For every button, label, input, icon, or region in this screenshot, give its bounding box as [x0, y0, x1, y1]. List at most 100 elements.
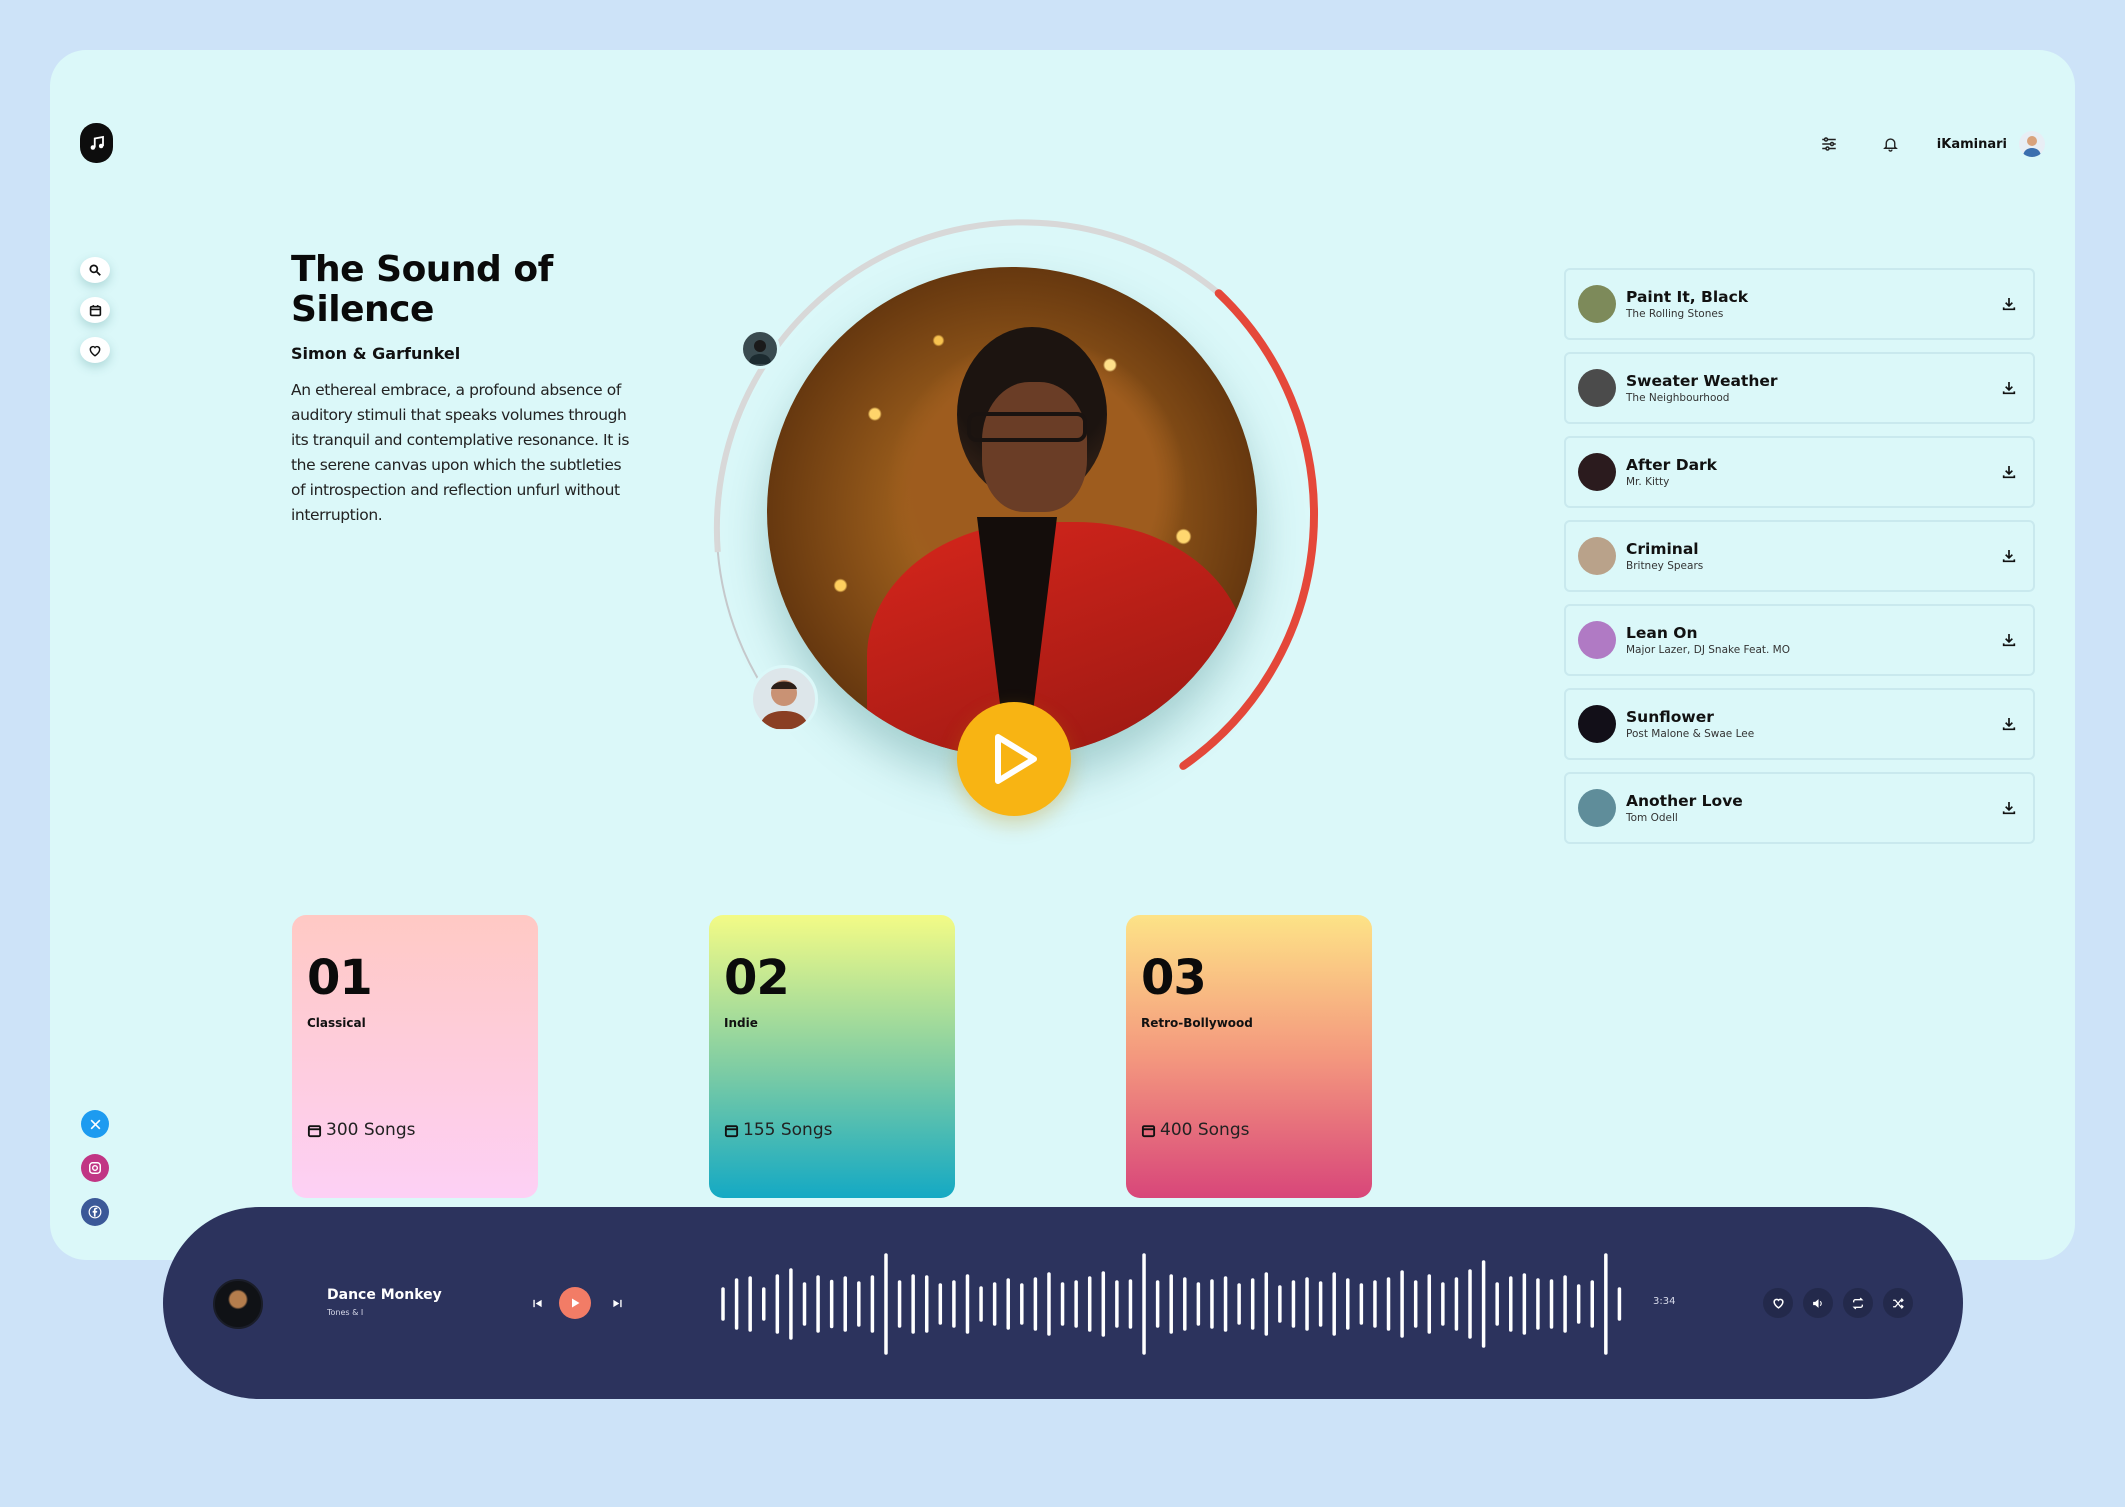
search-icon	[89, 264, 101, 276]
artist-photo	[767, 267, 1257, 757]
genre-card-indie[interactable]: 02 Indie 155 Songs	[709, 915, 955, 1198]
next-button[interactable]	[609, 1295, 625, 1311]
track-title: Sunflower	[1626, 708, 1714, 726]
calendar-icon	[724, 1124, 739, 1137]
bell-icon[interactable]	[1875, 128, 1907, 160]
calendar-icon	[1141, 1124, 1156, 1137]
avatar[interactable]	[2019, 131, 2045, 157]
track-title: Another Love	[1626, 792, 1743, 810]
genre-songs-label: 300 Songs	[326, 1120, 416, 1140]
genre-name: Indie	[724, 1016, 758, 1030]
music-player-bar: Dance Monkey Tones & I 3:34	[163, 1207, 1963, 1399]
track-list: Paint It, Black The Rolling Stones Sweate…	[1564, 268, 2035, 844]
now-playing-artist: Tones & I	[327, 1308, 364, 1317]
track-cover	[1578, 537, 1616, 575]
track-cover	[1578, 705, 1616, 743]
listener-avatar-1[interactable]	[740, 329, 780, 369]
shuffle-button[interactable]	[1883, 1288, 1913, 1318]
header-actions: iKaminari	[1813, 128, 2045, 160]
track-item[interactable]: Paint It, Black The Rolling Stones	[1564, 268, 2035, 340]
facebook-icon[interactable]	[81, 1198, 109, 1226]
calendar-icon	[307, 1124, 322, 1137]
genre-card-classical[interactable]: 01 Classical 300 Songs	[292, 915, 538, 1198]
previous-button[interactable]	[529, 1295, 545, 1311]
download-icon[interactable]	[1995, 458, 2023, 486]
track-item[interactable]: Sunflower Post Malone & Swae Lee	[1564, 688, 2035, 760]
social-links	[81, 1110, 109, 1226]
track-title: Sweater Weather	[1626, 372, 1778, 390]
download-icon[interactable]	[1995, 626, 2023, 654]
play-icon	[572, 1298, 580, 1308]
download-icon[interactable]	[1995, 710, 2023, 738]
calendar-button[interactable]	[80, 297, 110, 323]
genre-songs-label: 400 Songs	[1160, 1120, 1250, 1140]
track-cover	[1578, 285, 1616, 323]
genre-name: Retro-Bollywood	[1141, 1016, 1253, 1030]
genre-song-count: 400 Songs	[1141, 1120, 1249, 1140]
x-icon[interactable]	[81, 1110, 109, 1138]
track-cover	[1578, 369, 1616, 407]
track-item[interactable]: Sweater Weather The Neighbourhood	[1564, 352, 2035, 424]
song-artist: Simon & Garfunkel	[291, 344, 461, 363]
download-icon[interactable]	[1995, 794, 2023, 822]
track-artist: Britney Spears	[1626, 560, 1704, 572]
repeat-button[interactable]	[1843, 1288, 1873, 1318]
genre-card-retro-bollywood[interactable]: 03 Retro-Bollywood 400 Songs	[1126, 915, 1372, 1198]
instagram-icon[interactable]	[81, 1154, 109, 1182]
user-menu[interactable]: iKaminari	[1937, 131, 2045, 157]
track-item[interactable]: Lean On Major Lazer, DJ Snake Feat. MO	[1564, 604, 2035, 676]
genre-name: Classical	[307, 1016, 366, 1030]
app-logo[interactable]	[80, 123, 113, 163]
track-artist: Mr. Kitty	[1626, 476, 1670, 488]
track-artist: The Rolling Stones	[1626, 308, 1724, 320]
download-icon[interactable]	[1995, 542, 2023, 570]
next-icon	[612, 1299, 622, 1307]
search-button[interactable]	[80, 257, 110, 283]
genre-song-count: 300 Songs	[307, 1120, 415, 1140]
volume-icon	[1813, 1298, 1822, 1308]
waveform[interactable]	[713, 1253, 1673, 1355]
play-button[interactable]	[957, 702, 1071, 816]
track-cover	[1578, 789, 1616, 827]
track-item[interactable]: After Dark Mr. Kitty	[1564, 436, 2035, 508]
download-icon[interactable]	[1995, 374, 2023, 402]
genre-number: 01	[307, 950, 373, 1006]
track-title: Lean On	[1626, 624, 1698, 642]
track-artist: Major Lazer, DJ Snake Feat. MO	[1626, 644, 1790, 656]
genre-number: 02	[724, 950, 790, 1006]
track-artist: Post Malone & Swae Lee	[1626, 728, 1755, 740]
track-artist: The Neighbourhood	[1626, 392, 1730, 404]
like-button[interactable]	[1763, 1288, 1793, 1318]
now-playing-title: Dance Monkey	[327, 1287, 442, 1303]
now-playing-cover	[213, 1279, 263, 1329]
song-description: An ethereal embrace, a profound absence …	[291, 381, 629, 524]
volume-button[interactable]	[1803, 1288, 1833, 1318]
heart-icon	[1772, 1298, 1784, 1309]
player-play-button[interactable]	[559, 1287, 591, 1319]
username: iKaminari	[1936, 136, 2007, 152]
track-title: Paint It, Black	[1626, 288, 1749, 306]
track-item[interactable]: Criminal Britney Spears	[1564, 520, 2035, 592]
shuffle-icon	[1893, 1297, 1904, 1309]
track-duration: 3:34	[1653, 1296, 1676, 1307]
track-cover	[1578, 621, 1616, 659]
genre-songs-label: 155 Songs	[743, 1120, 833, 1140]
track-cover	[1578, 453, 1616, 491]
music-note-icon	[90, 135, 104, 150]
listener-avatar-2[interactable]	[750, 665, 818, 733]
side-nav	[80, 257, 110, 363]
track-title: After Dark	[1626, 456, 1717, 474]
favorites-button[interactable]	[80, 337, 110, 363]
genre-number: 03	[1141, 950, 1207, 1006]
genre-song-count: 155 Songs	[724, 1120, 832, 1140]
sliders-icon[interactable]	[1813, 128, 1845, 160]
track-item[interactable]: Another Love Tom Odell	[1564, 772, 2035, 844]
featured-artwork	[700, 200, 1350, 840]
track-title: Criminal	[1626, 540, 1699, 558]
previous-icon	[532, 1299, 542, 1307]
repeat-icon	[1852, 1297, 1864, 1309]
heart-icon	[89, 345, 101, 357]
download-icon[interactable]	[1995, 290, 2023, 318]
song-title: The Sound of Silence	[291, 249, 553, 330]
track-artist: Tom Odell	[1626, 812, 1678, 824]
